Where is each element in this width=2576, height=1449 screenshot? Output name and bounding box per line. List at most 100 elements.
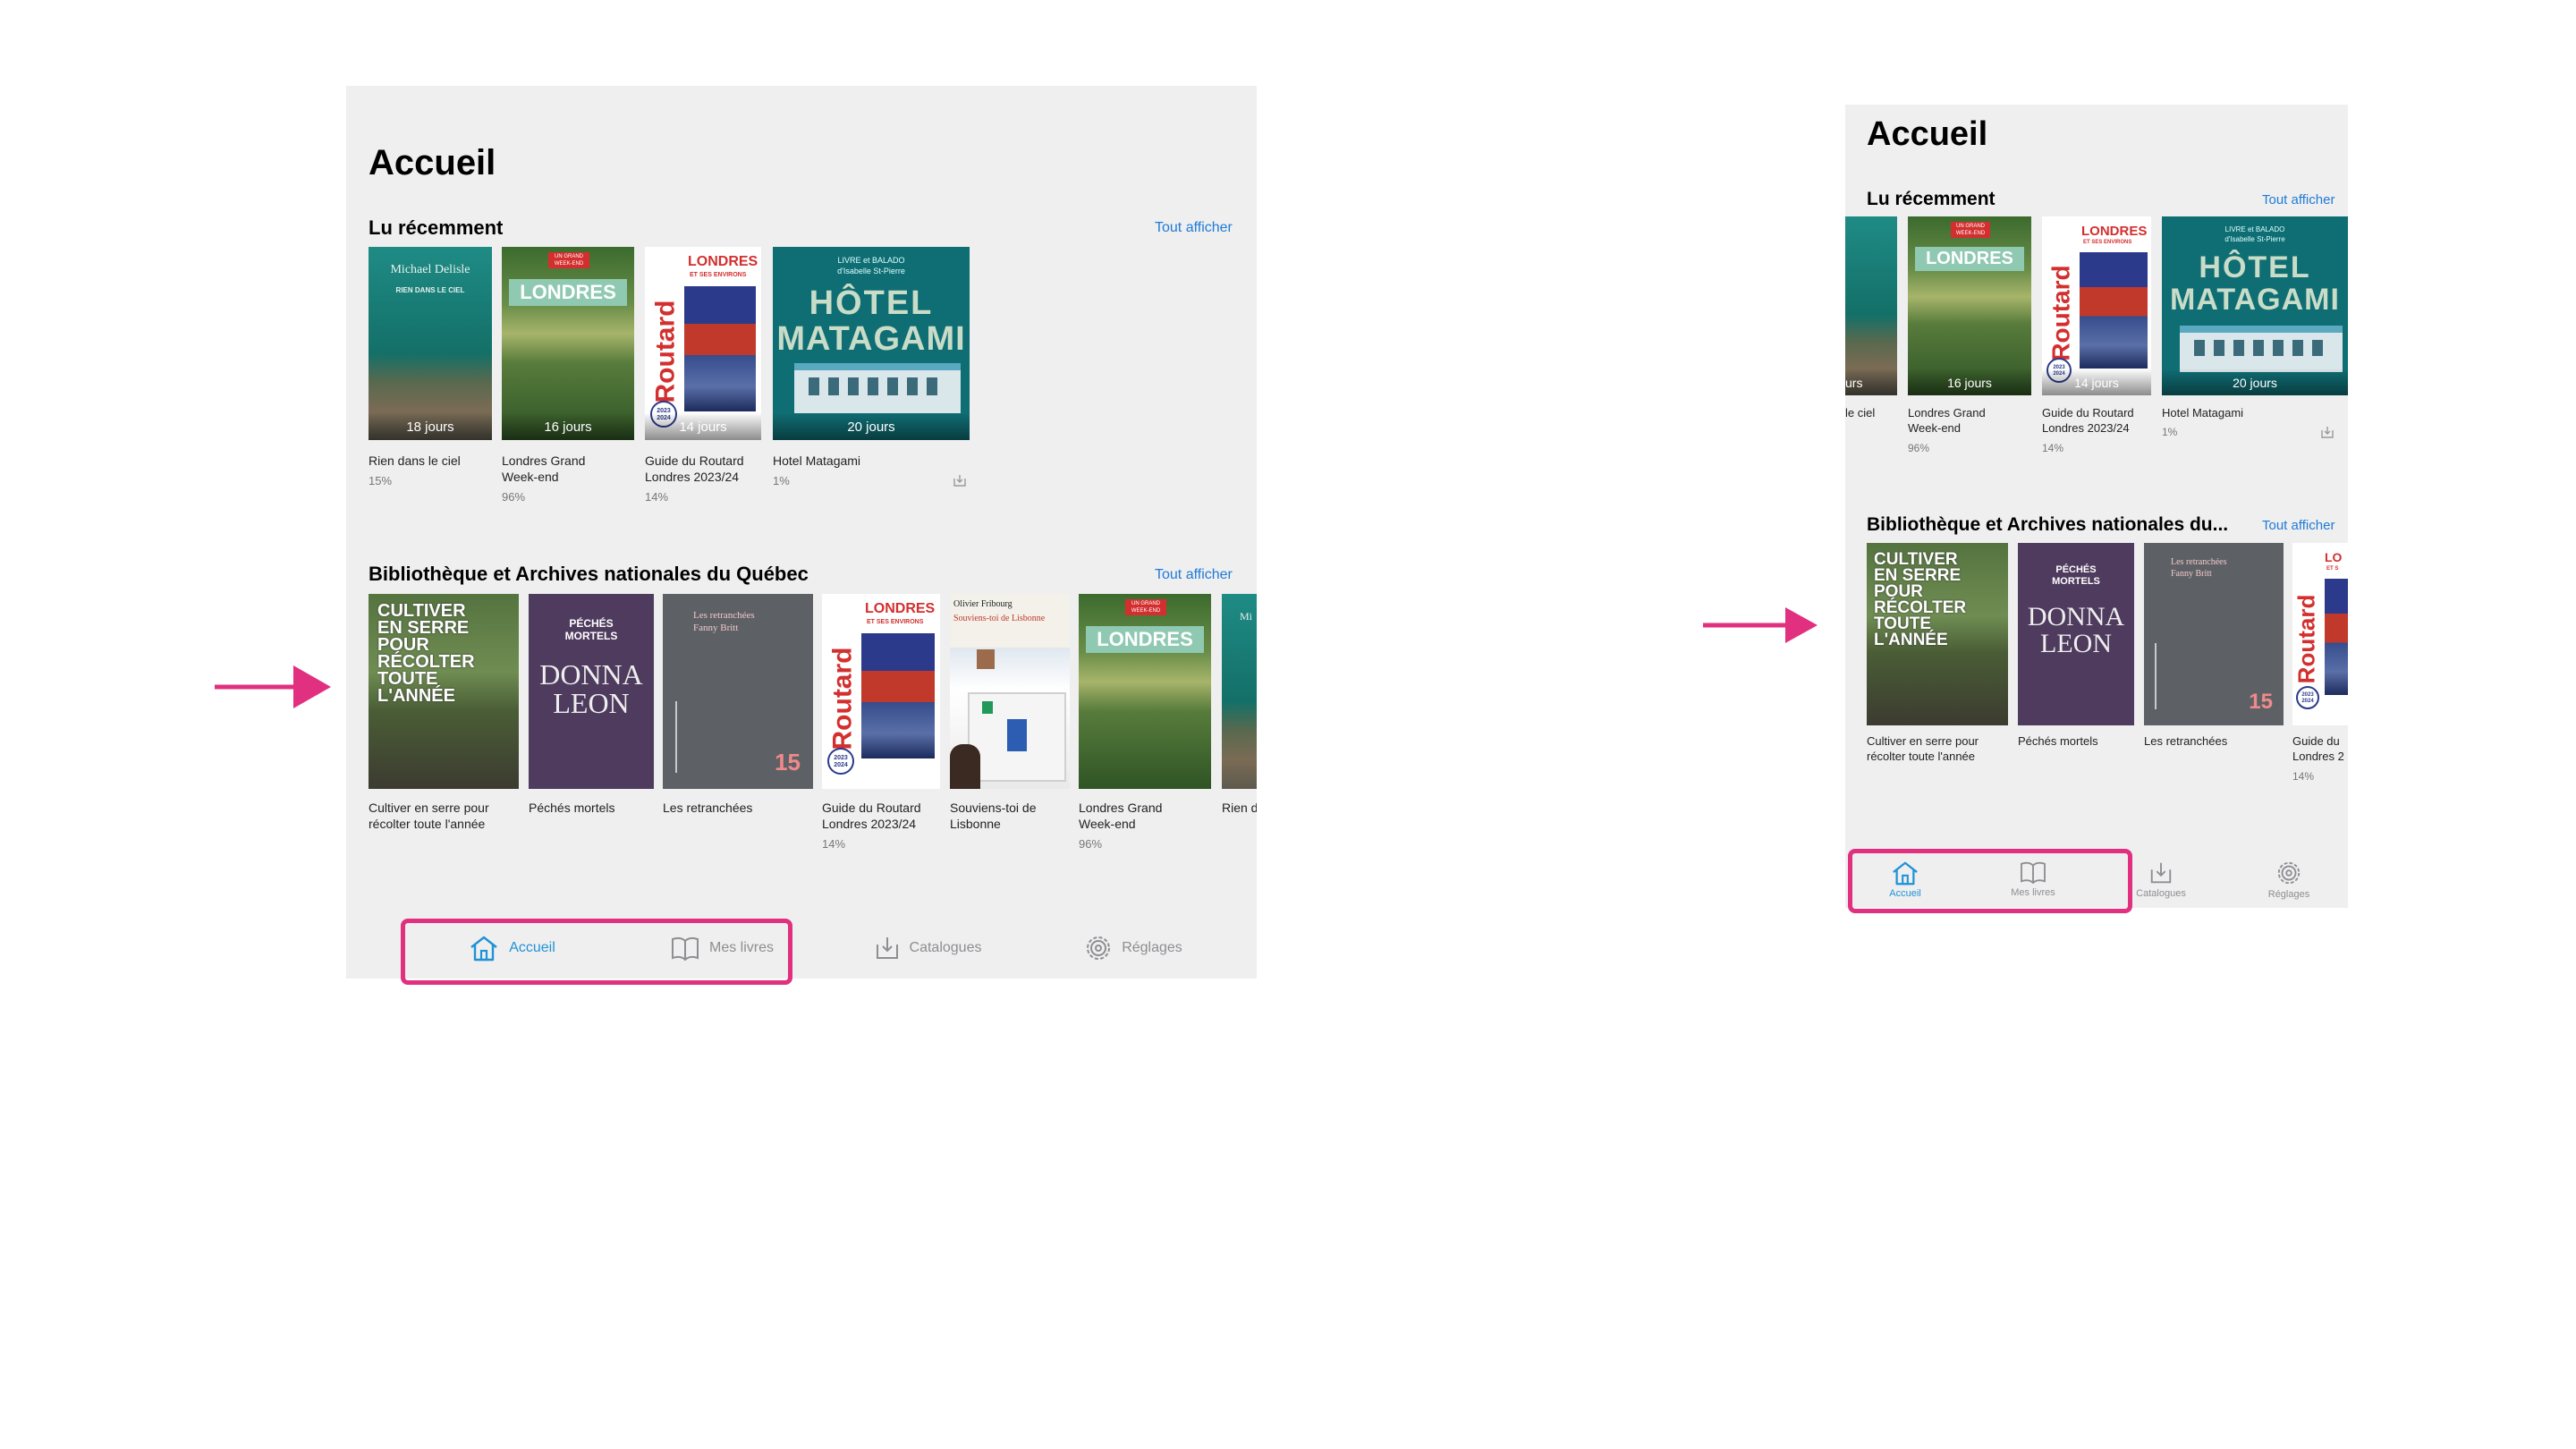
book-cover[interactable]: LO ET S Routard 2023 2024 [2292, 543, 2348, 725]
book-cover[interactable]: Les retranchées Fanny Britt 15 [2144, 543, 2284, 725]
book-progress: 1% [773, 474, 790, 487]
book-title: Londres Grand Week-end [1908, 406, 1986, 435]
book-title: Souviens-toi de Lisbonne [950, 801, 1037, 832]
tab-label: Catalogues [909, 940, 982, 955]
cover-brand: Routard [650, 300, 681, 403]
cover-title: LONDRES [1915, 247, 2024, 271]
cover-title: Les retranchées [2171, 557, 2227, 567]
section-title-library: Bibliothèque et Archives nationales du..… [1867, 514, 2229, 535]
book-title: Hotel Matagami [773, 453, 861, 468]
download-icon[interactable] [952, 472, 968, 488]
cover-title-line-2: MORTELS [564, 630, 618, 642]
see-all-link-library[interactable]: Tout afficher [2262, 518, 2334, 533]
book-cover[interactable]: urs [1845, 216, 1897, 395]
book-cover[interactable]: Michael Delisle RIEN DANS LE CIEL 18 jou… [369, 247, 492, 440]
cover-title: LO [2325, 550, 2343, 564]
book-progress: 1% [2162, 426, 2178, 438]
download-tray-icon [876, 937, 898, 959]
see-all-link-recent[interactable]: Tout afficher [2262, 192, 2334, 208]
gear-icon [2277, 861, 2301, 884]
book-cover[interactable]: PÉCHÉS MORTELS DONNA LEON [2018, 543, 2134, 725]
see-all-link-recent[interactable]: Tout afficher [1155, 220, 1233, 236]
book-progress: 14% [822, 837, 846, 851]
cover-brand: Routard [2046, 265, 2075, 361]
cover-author-line-2: LEON [553, 687, 630, 719]
book-progress: 14% [2292, 770, 2315, 783]
section-title-recent: Lu récemment [1867, 189, 1996, 209]
tab-label: Réglages [2267, 888, 2310, 900]
cover-brand: Routard [827, 647, 858, 750]
cover-badge: UN GRAND WEEK-END [1951, 222, 1990, 238]
cover-author: d'Isabelle St-Pierre [2224, 235, 2285, 243]
book-title: Guide du Routard Londres 2023/24 [645, 453, 744, 485]
book-progress: 96% [502, 490, 526, 504]
book-cover[interactable]: CULTIVER EN SERRE POUR RÉCOLTER TOUTE L'… [369, 594, 519, 789]
cover-title: LONDRES [2081, 224, 2148, 239]
loan-days-badge: 20 jours [2162, 369, 2348, 395]
cover-author: Fanny Britt [2171, 569, 2212, 579]
cover-title-line-1: PÉCHÉS [2055, 564, 2097, 575]
cover-badge: UN GRAND WEEK-END [548, 252, 589, 268]
loan-days-badge: 14 jours [645, 412, 761, 440]
tablet-screen: Accueil Lu récemment Tout afficher Micha… [346, 86, 1257, 979]
highlight-box-tabs [1848, 849, 2132, 913]
loan-days-badge: 18 jours [369, 412, 492, 440]
tab-reglages[interactable]: Réglages [1044, 927, 1223, 970]
book-cover[interactable]: PÉCHÉS MORTELS DONNA LEON [529, 594, 654, 789]
loan-days-badge: 20 jours [773, 412, 970, 440]
book-cover[interactable]: CULTIVER EN SERRE POUR RÉCOLTER TOUTE L'… [1867, 543, 2008, 725]
cover-author: Fanny Britt [693, 623, 739, 633]
book-title: Londres Grand Week-end [1079, 801, 1163, 832]
book-cover[interactable]: UN GRAND WEEK-END LONDRES 16 jours [502, 247, 634, 440]
cover-author: Olivier Fribourg [953, 599, 1013, 609]
book-progress: 14% [645, 490, 669, 504]
cover-subtitle: ET SES ENVIRONS [2083, 240, 2132, 245]
cover-author-line-2: LEON [2040, 629, 2112, 658]
loan-days-badge: urs [1845, 369, 1897, 395]
book-title: Guide du Routard Londres 2023/24 [822, 801, 921, 832]
cover-title: Souviens-toi de Lisbonne [953, 614, 1046, 623]
cover-badge: UN GRAND WEEK-END [1125, 599, 1166, 615]
book-cover[interactable]: LONDRES ET SES ENVIRONS Routard 2023 202… [822, 594, 940, 789]
book-title: Cultiver en serre pour récolter toute l'… [369, 801, 489, 832]
book-progress: 96% [1079, 837, 1103, 851]
cover-title-line-2: MORTELS [2052, 576, 2100, 587]
tab-reglages[interactable]: Réglages [2240, 854, 2338, 904]
book-title: Hotel Matagami [2162, 406, 2244, 419]
cover-title: LONDRES [1086, 626, 1204, 653]
book-cover[interactable]: Mi [1222, 594, 1257, 789]
book-cover[interactable]: LIVRE et BALADO d'Isabelle St-Pierre HÔT… [773, 247, 970, 440]
book-cover[interactable]: UN GRAND WEEK-END LONDRES 16 jours [1908, 216, 2031, 395]
book-progress: 96% [1908, 442, 1930, 454]
cover-title-lines: CULTIVER EN SERRE POUR RÉCOLTER TOUTE L'… [1874, 550, 1967, 649]
see-all-link-library[interactable]: Tout afficher [1155, 567, 1233, 583]
gear-icon [1087, 936, 1111, 960]
arrow-right-icon [215, 665, 331, 708]
book-title: le ciel [1845, 406, 1876, 419]
cover-title-line-2: MATAGAMI [2170, 283, 2340, 317]
book-cover[interactable]: LONDRES ET SES ENVIRONS Routard 2023 202… [2042, 216, 2151, 395]
cover-author: Mi [1240, 610, 1253, 623]
cover-title: LONDRES [509, 279, 627, 306]
cover-title-line-2: MATAGAMI [776, 320, 966, 358]
book-title: Rien d [1222, 801, 1257, 815]
book-cover[interactable]: LIVRE et BALADO d'Isabelle St-Pierre HÔT… [2162, 216, 2348, 395]
loan-days-badge: 16 jours [1908, 369, 2031, 395]
book-cover[interactable]: UN GRAND WEEK-END LONDRES [1079, 594, 1211, 789]
cover-title-line-1: PÉCHÉS [569, 617, 614, 630]
cover-year: 2023 2024 [2296, 686, 2319, 709]
cover-subtitle: ET SES ENVIRONS [867, 619, 924, 625]
book-cover[interactable]: LONDRES ET SES ENVIRONS Routard 2023 202… [645, 247, 761, 440]
cover-title-line-1: HÔTEL [2199, 250, 2311, 284]
download-icon[interactable] [2319, 424, 2335, 440]
cover-title: LONDRES [865, 601, 936, 616]
download-tray-icon [2150, 862, 2172, 883]
cover-brand: Routard [2292, 594, 2320, 684]
book-progress: 14% [2042, 442, 2064, 454]
cover-subtitle: ET SES ENVIRONS [690, 272, 747, 278]
cover-author: Michael Delisle [390, 263, 470, 276]
cover-kicker: LIVRE et BALADO [2224, 225, 2285, 233]
tab-catalogues[interactable]: Catalogues [838, 927, 1017, 970]
book-cover[interactable]: Les retranchées Fanny Britt 15 [663, 594, 813, 789]
book-cover[interactable]: Olivier Fribourg Souviens-toi de Lisbonn… [950, 594, 1070, 789]
